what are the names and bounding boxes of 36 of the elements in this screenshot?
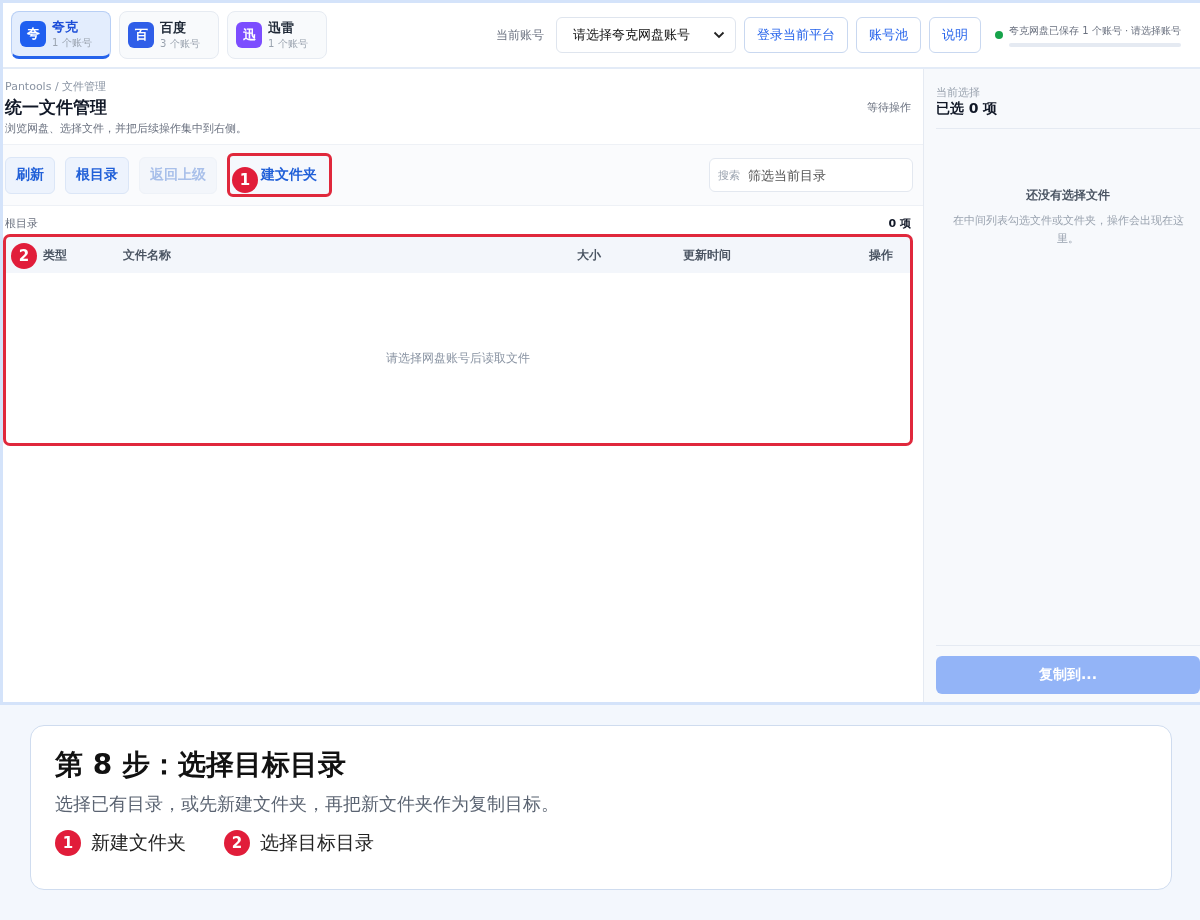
current-path: 根目录: [5, 216, 38, 231]
toolbar-button[interactable]: 刷新: [5, 156, 55, 194]
selection-label: 当前选择: [936, 85, 981, 100]
platform-logo-icon: 夸: [20, 21, 46, 47]
platform-logo-icon: 百: [128, 22, 154, 48]
platform-logo-icon: 迅: [236, 22, 262, 48]
column-header: 更新时间: [683, 246, 732, 264]
empty-message: 请选择网盘账号后读取文件: [386, 349, 530, 367]
callout-number: 1: [232, 167, 258, 193]
status-label: 等待操作: [867, 100, 911, 115]
legend-label: 新建文件夹: [91, 830, 186, 855]
selection-count: 已选 0 项: [936, 100, 999, 118]
toolbar-button[interactable]: 根目录: [65, 156, 129, 194]
column-header: 类型: [43, 246, 68, 264]
search-input[interactable]: 筛选当前目录: [746, 166, 880, 184]
account-label: 当前账号: [496, 26, 544, 44]
top-button[interactable]: 说明: [929, 17, 981, 53]
callout-number: 1: [55, 830, 81, 856]
step-title: 第 8 步：选择目标目录: [55, 747, 347, 783]
top-button[interactable]: 账号池: [856, 17, 921, 53]
chevron-down-icon: [713, 31, 725, 39]
page-title: 统一文件管理: [5, 96, 108, 119]
item-count: 0 项: [888, 216, 911, 231]
callout-number: 2: [224, 830, 250, 856]
empty-description: 在中间列表勾选文件或文件夹，操作会出现在这里。: [951, 213, 1185, 247]
status-text: 夸克网盘已保存 1 个账号 · 请选择账号: [1009, 23, 1182, 38]
column-header: 文件名称: [123, 246, 172, 264]
account-select[interactable]: 请选择夸克网盘账号: [556, 17, 736, 53]
column-header: 操作: [868, 246, 893, 264]
breadcrumb: Pantools / 文件管理: [5, 79, 108, 94]
top-button[interactable]: 登录当前平台: [744, 17, 848, 53]
step-description: 选择已有目录，或先新建文件夹，再把新文件夹作为复制目标。: [55, 792, 560, 816]
legend-label: 选择目标目录: [260, 830, 374, 855]
empty-title: 还没有选择文件: [1025, 187, 1111, 204]
page-subtitle: 浏览网盘、选择文件，并把后续操作集中到右侧。: [5, 121, 247, 136]
column-header: 大小: [577, 246, 602, 264]
